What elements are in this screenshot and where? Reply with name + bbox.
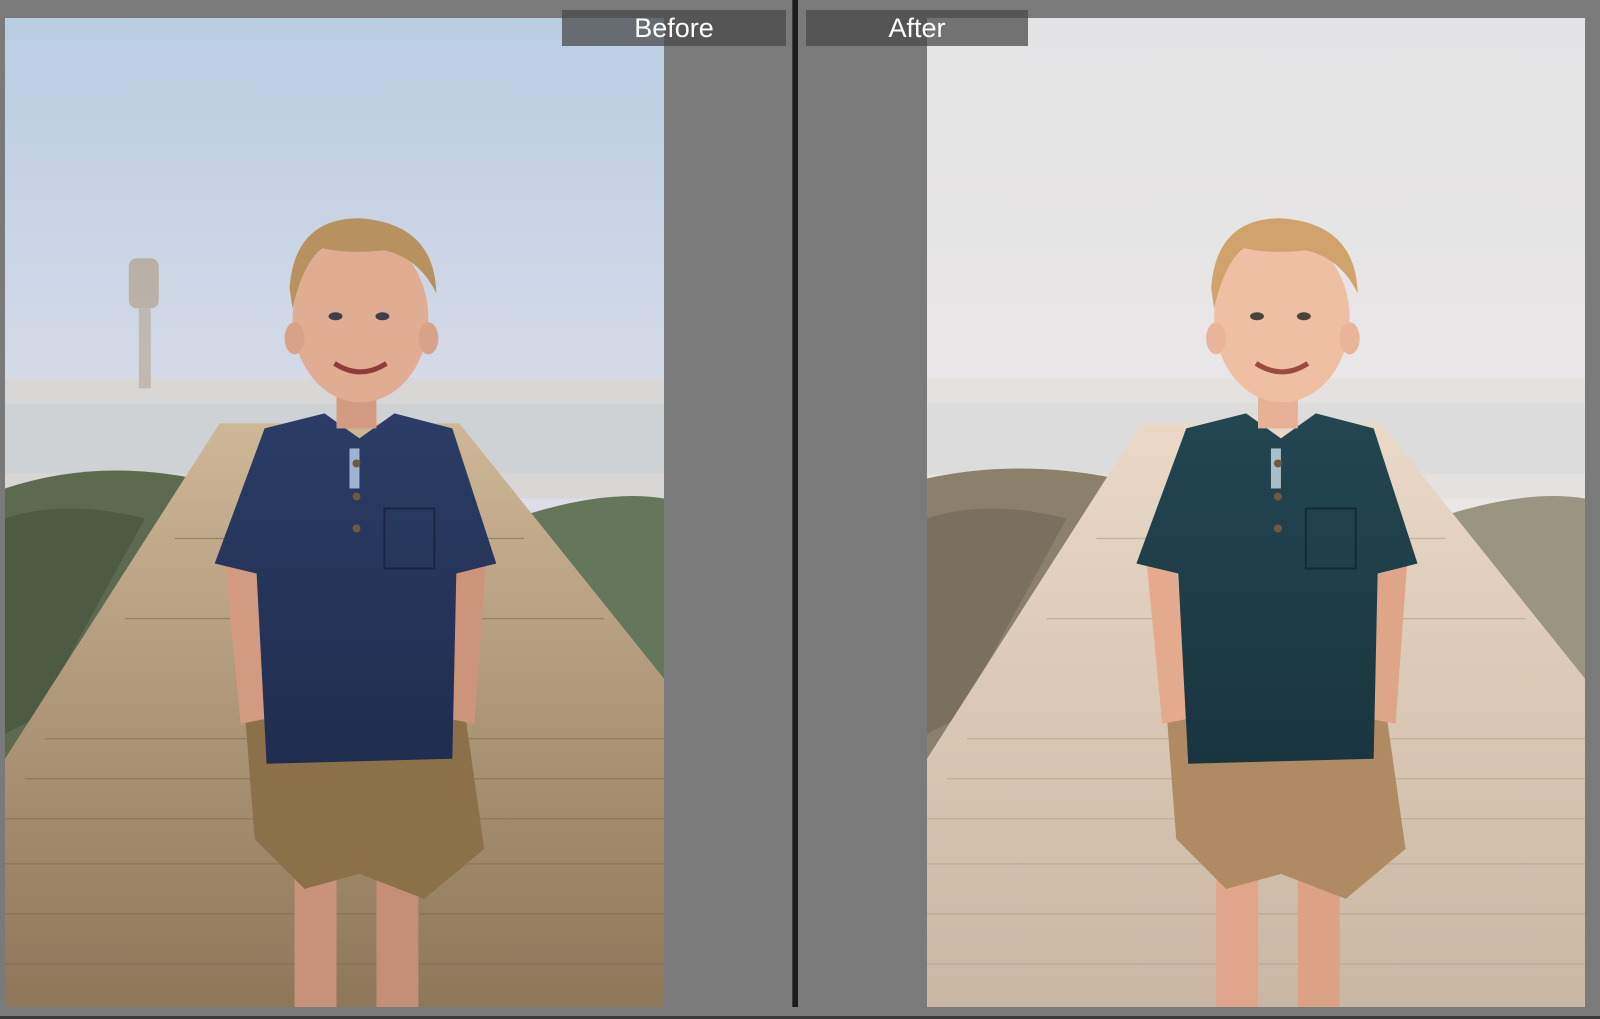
before-photo[interactable]	[5, 18, 664, 1009]
before-photo-image	[5, 18, 664, 1009]
before-after-compare-view: Before After	[0, 0, 1600, 1019]
after-label: After	[806, 10, 1028, 46]
after-photo-image	[927, 18, 1585, 1009]
after-photo[interactable]	[927, 18, 1585, 1009]
after-pane[interactable]: After	[798, 0, 1600, 1019]
before-label: Before	[562, 10, 786, 46]
bottom-frame-edge	[0, 1007, 1600, 1019]
before-pane[interactable]: Before	[0, 0, 792, 1019]
